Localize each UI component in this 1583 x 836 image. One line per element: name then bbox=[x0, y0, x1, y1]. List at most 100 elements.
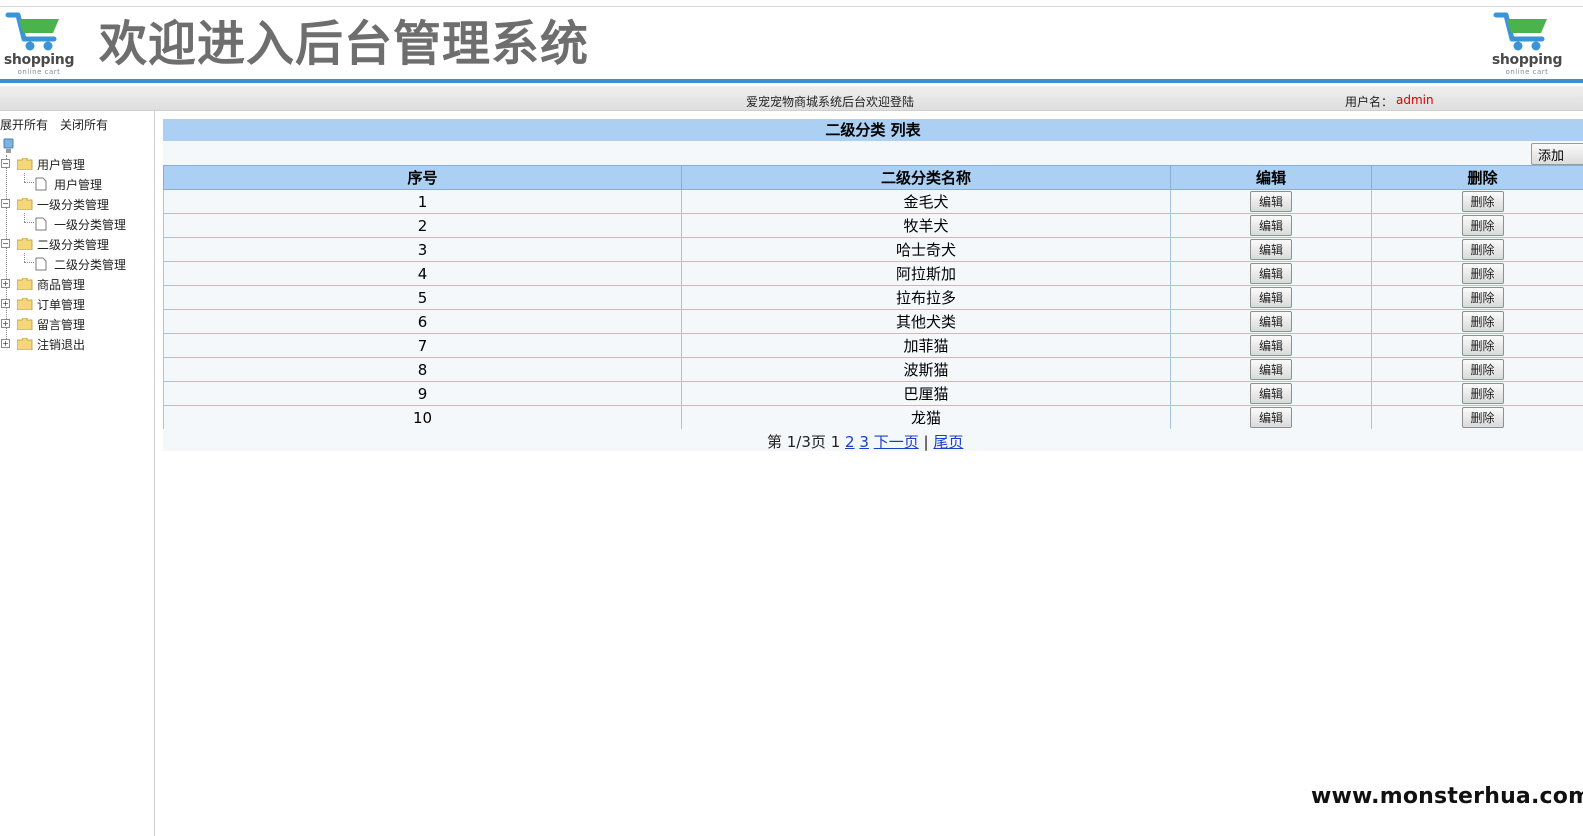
next-page-link[interactable]: 下一页 bbox=[874, 433, 919, 451]
sidebar-item-message-management[interactable]: + 留言管理 bbox=[1, 315, 151, 333]
collapse-toggle-icon[interactable]: − bbox=[1, 239, 10, 248]
row-id: 10 bbox=[163, 405, 682, 430]
delete-button[interactable]: 删除 bbox=[1461, 383, 1504, 404]
tree-connector bbox=[24, 173, 25, 182]
edit-cell: 编辑 bbox=[1170, 357, 1372, 382]
delete-button[interactable]: 删除 bbox=[1461, 215, 1504, 236]
edit-button[interactable]: 编辑 bbox=[1250, 383, 1292, 404]
tree-connector bbox=[24, 222, 34, 223]
delete-button[interactable]: 删除 bbox=[1461, 263, 1504, 284]
delete-cell: 删除 bbox=[1371, 237, 1583, 262]
welcome-message: 爱宠宠物商城系统后台欢迎登陆 bbox=[746, 95, 915, 109]
edit-button[interactable]: 编辑 bbox=[1250, 239, 1292, 260]
delete-button[interactable]: 删除 bbox=[1461, 191, 1504, 212]
edit-button[interactable]: 编辑 bbox=[1250, 335, 1292, 356]
sidebar-item-category-level-2[interactable]: − 二级分类管理 bbox=[1, 235, 151, 253]
delete-button[interactable]: 删除 bbox=[1461, 311, 1504, 332]
edit-button[interactable]: 编辑 bbox=[1250, 311, 1292, 332]
delete-button[interactable]: 删除 bbox=[1461, 239, 1504, 260]
row-name: 龙猫 bbox=[681, 405, 1171, 430]
sidebar-item-label: 一级分类管理 bbox=[37, 198, 110, 212]
delete-cell: 删除 bbox=[1371, 357, 1583, 382]
collapse-toggle-icon[interactable]: − bbox=[1, 159, 10, 168]
logo-subtext: online cart bbox=[17, 68, 61, 76]
row-name: 阿拉斯加 bbox=[681, 261, 1171, 286]
page-link-3[interactable]: 3 bbox=[859, 433, 869, 451]
row-id: 5 bbox=[163, 285, 682, 310]
sidebar-item-label: 留言管理 bbox=[37, 318, 86, 332]
edit-button[interactable]: 编辑 bbox=[1250, 287, 1292, 308]
shopping-cart-logo-right: shopping online cart bbox=[1490, 9, 1570, 77]
edit-button[interactable]: 编辑 bbox=[1250, 191, 1292, 212]
computer-icon bbox=[3, 138, 14, 153]
sidebar-item-product-management[interactable]: + 商品管理 bbox=[1, 275, 151, 293]
folder-open-icon bbox=[17, 238, 33, 250]
row-id: 9 bbox=[163, 381, 682, 406]
edit-button[interactable]: 编辑 bbox=[1250, 359, 1292, 380]
row-id: 6 bbox=[163, 309, 682, 334]
delete-button[interactable]: 删除 bbox=[1461, 359, 1504, 380]
delete-button[interactable]: 删除 bbox=[1461, 287, 1504, 308]
sidebar-subitem-category-level-2[interactable]: 二级分类管理 bbox=[35, 255, 151, 273]
sidebar-item-order-management[interactable]: + 订单管理 bbox=[1, 295, 151, 313]
edit-cell: 编辑 bbox=[1170, 285, 1372, 310]
toolbar-row: 添加 bbox=[163, 141, 1583, 165]
table-row: 5 拉布拉多 编辑 删除 bbox=[163, 285, 1583, 310]
edit-button[interactable]: 编辑 bbox=[1250, 407, 1292, 428]
edit-cell: 编辑 bbox=[1170, 237, 1372, 262]
delete-cell: 删除 bbox=[1371, 309, 1583, 334]
sidebar-subitem-user-management[interactable]: 用户管理 bbox=[35, 175, 151, 193]
sidebar-item-logout[interactable]: + 注销退出 bbox=[1, 335, 151, 353]
status-bar: 爱宠宠物商城系统后台欢迎登陆 用户名： admin bbox=[0, 86, 1583, 111]
collapse-toggle-icon[interactable]: − bbox=[1, 199, 10, 208]
sidebar-item-user-management[interactable]: − 用户管理 bbox=[1, 155, 151, 173]
page-title: 欢迎进入后台管理系统 bbox=[99, 16, 590, 72]
pagination-row: 第 1/3页 1 2 3 下一页 | 尾页 bbox=[163, 429, 1583, 451]
column-header-delete: 删除 bbox=[1371, 165, 1583, 190]
edit-button[interactable]: 编辑 bbox=[1250, 215, 1292, 236]
expand-toggle-icon[interactable]: + bbox=[1, 279, 10, 288]
edit-cell: 编辑 bbox=[1170, 261, 1372, 286]
table-row: 1 金毛犬 编辑 删除 bbox=[163, 189, 1583, 214]
expand-all-link[interactable]: 展开所有 bbox=[0, 116, 48, 133]
expand-toggle-icon[interactable]: + bbox=[1, 339, 10, 348]
sidebar-item-label: 二级分类管理 bbox=[37, 238, 110, 252]
last-page-link[interactable]: 尾页 bbox=[933, 433, 963, 451]
row-name: 加菲猫 bbox=[681, 333, 1171, 358]
table-row: 7 加菲猫 编辑 删除 bbox=[163, 333, 1583, 358]
sidebar-item-label: 订单管理 bbox=[37, 298, 86, 312]
page-link-2[interactable]: 2 bbox=[845, 433, 855, 451]
delete-cell: 删除 bbox=[1371, 285, 1583, 310]
table-row: 4 阿拉斯加 编辑 删除 bbox=[163, 261, 1583, 286]
column-header-name: 二级分类名称 bbox=[681, 165, 1171, 190]
row-id: 3 bbox=[163, 237, 682, 262]
column-header-edit: 编辑 bbox=[1170, 165, 1372, 190]
edit-button[interactable]: 编辑 bbox=[1250, 263, 1292, 284]
pagination: 第 1/3页 1 2 3 下一页 | 尾页 bbox=[767, 431, 963, 452]
sidebar-item-category-level-1[interactable]: − 一级分类管理 bbox=[1, 195, 151, 213]
edit-cell: 编辑 bbox=[1170, 405, 1372, 430]
sidebar-subitem-label: 一级分类管理 bbox=[54, 218, 127, 232]
delete-cell: 删除 bbox=[1371, 405, 1583, 430]
sidebar-subitem-category-level-1[interactable]: 一级分类管理 bbox=[35, 215, 151, 233]
shopping-cart-icon bbox=[5, 12, 59, 51]
add-button[interactable]: 添加 bbox=[1531, 143, 1583, 165]
header-accent-bar bbox=[0, 79, 1583, 83]
row-id: 7 bbox=[163, 333, 682, 358]
folder-icon bbox=[17, 278, 33, 290]
folder-icon bbox=[17, 318, 33, 330]
collapse-all-link[interactable]: 关闭所有 bbox=[60, 116, 108, 133]
current-page: 1 bbox=[830, 433, 841, 451]
delete-button[interactable]: 删除 bbox=[1461, 335, 1504, 356]
username-label: 用户名： bbox=[1345, 95, 1394, 109]
expand-toggle-icon[interactable]: + bbox=[1, 299, 10, 308]
row-name: 金毛犬 bbox=[681, 189, 1171, 214]
expand-toggle-icon[interactable]: + bbox=[1, 319, 10, 328]
sidebar-item-label: 商品管理 bbox=[37, 278, 86, 292]
delete-button[interactable]: 删除 bbox=[1461, 407, 1504, 428]
delete-cell: 删除 bbox=[1371, 213, 1583, 238]
row-name: 巴厘猫 bbox=[681, 381, 1171, 406]
logo-subtext: online cart bbox=[1505, 68, 1549, 76]
table-row: 9 巴厘猫 编辑 删除 bbox=[163, 381, 1583, 406]
tree-connector bbox=[24, 182, 34, 183]
